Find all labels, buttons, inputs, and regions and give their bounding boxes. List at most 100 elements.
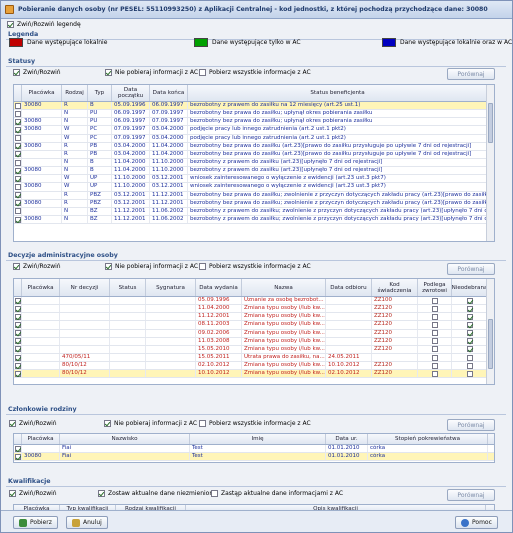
decyzje-nieodebrana-checkbox[interactable] <box>466 346 473 353</box>
statusy-row[interactable]: 30080 R PB 03.04.2000 11.04.2000 bezrobotny b… <box>14 142 494 151</box>
legend-toggle[interactable]: Zwiń/Rozwiń legendę <box>7 21 81 28</box>
decyzje-col-nieodebrana[interactable]: Nieodebrana <box>452 279 488 296</box>
statusy-col-placowka[interactable]: Placówka <box>22 85 62 101</box>
decyzje-row-checkbox[interactable] <box>14 354 21 361</box>
statusy-toggle-checkbox[interactable] <box>13 69 20 76</box>
decyzje-zwrot-checkbox[interactable] <box>431 338 438 345</box>
decyzje-col-odbior[interactable]: Data odbioru <box>326 279 372 296</box>
statusy-toggle[interactable]: Zwiń/Rozwiń <box>13 69 61 76</box>
decyzje-nieodebrana-checkbox[interactable] <box>466 330 473 337</box>
decyzje-row[interactable]: 11.12.2001 Zmiana typu osoby i/lub kw... Z… <box>14 313 494 322</box>
decyzje-scrollbar[interactable] <box>486 279 494 384</box>
statusy-row-checkbox[interactable] <box>14 167 21 174</box>
statusy-download-all[interactable]: Pobierz wszystkie informacje z AC <box>199 69 311 76</box>
decyzje-row[interactable]: 09.02.2006 Zmiana typu osoby i/lub kw... Z… <box>14 329 494 338</box>
decyzje-row[interactable]: 470/05/11 15.05.2011 Utrata prawa do zasił… <box>14 353 494 363</box>
statusy-col-od[interactable]: Data początku <box>112 85 150 101</box>
statusy-row-checkbox[interactable] <box>14 102 21 109</box>
statusy-scrollbar[interactable] <box>486 85 494 241</box>
decyzje-row[interactable]: 15.05.2010 Zmiana typu osoby i/lub kw... Z… <box>14 345 494 354</box>
kwalifikacje-toggle-checkbox[interactable] <box>9 490 16 497</box>
decyzje-zwrot-checkbox[interactable] <box>431 330 438 337</box>
statusy-no-download-checkbox[interactable] <box>105 69 112 76</box>
decyzje-col-zwrot[interactable]: Podlega zwrotowi <box>418 279 452 296</box>
statusy-row[interactable]: 30080 R B 05.09.1996 06.09.1997 bezrobotny z … <box>14 102 494 111</box>
statusy-row-checkbox[interactable] <box>14 208 21 215</box>
cancel-button[interactable]: Anuluj <box>66 516 108 529</box>
statusy-row-checkbox[interactable] <box>14 192 21 199</box>
kwalifikacje-toggle[interactable]: Zwiń/Rozwiń <box>9 490 57 497</box>
statusy-col-do[interactable]: Data końca <box>150 85 188 101</box>
decyzje-row-checkbox[interactable] <box>14 362 21 369</box>
kwalifikacje-replace-checkbox[interactable] <box>211 490 218 497</box>
statusy-row[interactable]: R PBZ 03.12.2001 11.12.2001 bezrobotny bez p… <box>14 191 494 200</box>
download-button[interactable]: Pobierz <box>13 516 58 529</box>
decyzje-row[interactable]: 05.09.1996 Uznanie za osobę bezrobot... ZZ… <box>14 297 494 306</box>
statusy-compare-button[interactable]: Porównaj <box>447 68 495 80</box>
decyzje-download-all[interactable]: Pobierz wszystkie informacje z AC <box>199 263 311 270</box>
statusy-col-status[interactable]: Status beneficjenta <box>188 85 488 101</box>
kwalifikacje-keep-checkbox[interactable] <box>98 490 105 497</box>
rodzina-compare-button[interactable]: Porównaj <box>447 419 495 431</box>
statusy-row[interactable]: 30080 N PU 06.09.1997 07.09.1997 bezrobotny b… <box>14 118 494 127</box>
statusy-row-checkbox[interactable] <box>14 135 21 142</box>
statusy-row-checkbox[interactable] <box>14 175 21 182</box>
statusy-row[interactable]: R PB 03.04.2000 11.04.2000 bezrobotny bez pr… <box>14 150 494 159</box>
statusy-row-checkbox[interactable] <box>14 143 21 150</box>
rodzina-row-checkbox[interactable] <box>14 445 21 452</box>
statusy-row[interactable]: 30080 R PBZ 03.12.2001 11.12.2001 bezrobotny … <box>14 199 494 208</box>
decyzje-zwrot-checkbox[interactable] <box>431 362 438 369</box>
decyzje-col-placowka[interactable]: Placówka <box>22 279 60 296</box>
statusy-row-checkbox[interactable] <box>14 151 21 158</box>
statusy-row-checkbox[interactable] <box>14 200 21 207</box>
decyzje-zwrot-checkbox[interactable] <box>431 370 438 377</box>
statusy-download-all-checkbox[interactable] <box>199 69 206 76</box>
decyzje-nieodebrana-checkbox[interactable] <box>466 297 473 304</box>
legend-toggle-checkbox[interactable] <box>7 21 14 28</box>
decyzje-nieodebrana-checkbox[interactable] <box>466 362 473 369</box>
decyzje-nieodebrana-checkbox[interactable] <box>466 338 473 345</box>
decyzje-row[interactable]: 11.03.2008 Zmiana typu osoby i/lub kw... Z… <box>14 337 494 346</box>
statusy-row-checkbox[interactable] <box>14 159 21 166</box>
statusy-row[interactable]: W UP 11.10.2000 03.12.2001 wniosek zainteres… <box>14 175 494 184</box>
help-button[interactable]: Pomoc <box>455 516 498 529</box>
decyzje-zwrot-checkbox[interactable] <box>431 297 438 304</box>
statusy-row[interactable]: N PU 06.09.1997 07.09.1997 bezrobotny bez pr… <box>14 110 494 119</box>
statusy-row-checkbox[interactable] <box>14 183 21 190</box>
decyzje-row[interactable]: 80/10/12 02.10.2012 Zmiana typu osoby i/lu… <box>14 362 494 371</box>
rodzina-download-all-checkbox[interactable] <box>199 420 206 427</box>
decyzje-row-checkbox[interactable] <box>14 321 21 328</box>
decyzje-row[interactable]: 08.11.2003 Zmiana typu osoby i/lub kw... Z… <box>14 321 494 330</box>
statusy-row[interactable]: 30080 W PC 07.09.1997 03.04.2000 podjęcie pra… <box>14 126 494 135</box>
kwalifikacje-replace[interactable]: Zastąp aktualne dane informacjami z AC <box>211 490 343 497</box>
decyzje-row-checkbox[interactable] <box>14 370 21 377</box>
decyzje-nieodebrana-checkbox[interactable] <box>466 370 473 377</box>
statusy-scroll-thumb[interactable] <box>488 103 493 143</box>
decyzje-nieodebrana-checkbox[interactable] <box>466 354 473 361</box>
statusy-row-checkbox[interactable] <box>14 110 21 117</box>
decyzje-row-checkbox[interactable] <box>14 346 21 353</box>
rodzina-row-checkbox[interactable] <box>14 453 21 460</box>
statusy-row-checkbox[interactable] <box>14 118 21 125</box>
statusy-row-checkbox[interactable] <box>14 126 21 133</box>
statusy-row[interactable]: 30080 N B 11.04.2000 11.10.2000 bezrobotny z … <box>14 167 494 176</box>
decyzje-toggle[interactable]: Zwiń/Rozwiń <box>13 263 61 270</box>
statusy-col-rodzaj[interactable]: Rodzaj <box>62 85 88 101</box>
decyzje-no-download[interactable]: Nie pobieraj informacji z AC <box>105 263 198 270</box>
rodzina-toggle-checkbox[interactable] <box>9 420 16 427</box>
decyzje-download-all-checkbox[interactable] <box>199 263 206 270</box>
rodzina-col-nazwisko[interactable]: Nazwisko <box>60 434 190 444</box>
decyzje-zwrot-checkbox[interactable] <box>431 313 438 320</box>
statusy-row[interactable]: N BZ 11.12.2001 11.06.2002 bezrobotny z praw… <box>14 207 494 216</box>
decyzje-row-checkbox[interactable] <box>14 313 21 320</box>
statusy-row[interactable]: 30080 W UP 11.10.2000 03.12.2001 wniosek zain… <box>14 183 494 192</box>
decyzje-col-status[interactable]: Status <box>110 279 146 296</box>
decyzje-compare-button[interactable]: Porównaj <box>447 263 495 275</box>
rodzina-no-download[interactable]: Nie pobieraj informacji z AC <box>104 420 197 427</box>
decyzje-nieodebrana-checkbox[interactable] <box>466 321 473 328</box>
statusy-no-download[interactable]: Nie pobieraj informacji z AC <box>105 69 198 76</box>
decyzje-col-kod[interactable]: Kod świadczenia <box>372 279 418 296</box>
statusy-row[interactable]: 30080 N BZ 11.12.2001 11.06.2002 bezrobotny z… <box>14 215 494 225</box>
decyzje-toggle-checkbox[interactable] <box>13 263 20 270</box>
rodzina-col-stopien[interactable]: Stopień pokrewieństwa <box>368 434 488 444</box>
